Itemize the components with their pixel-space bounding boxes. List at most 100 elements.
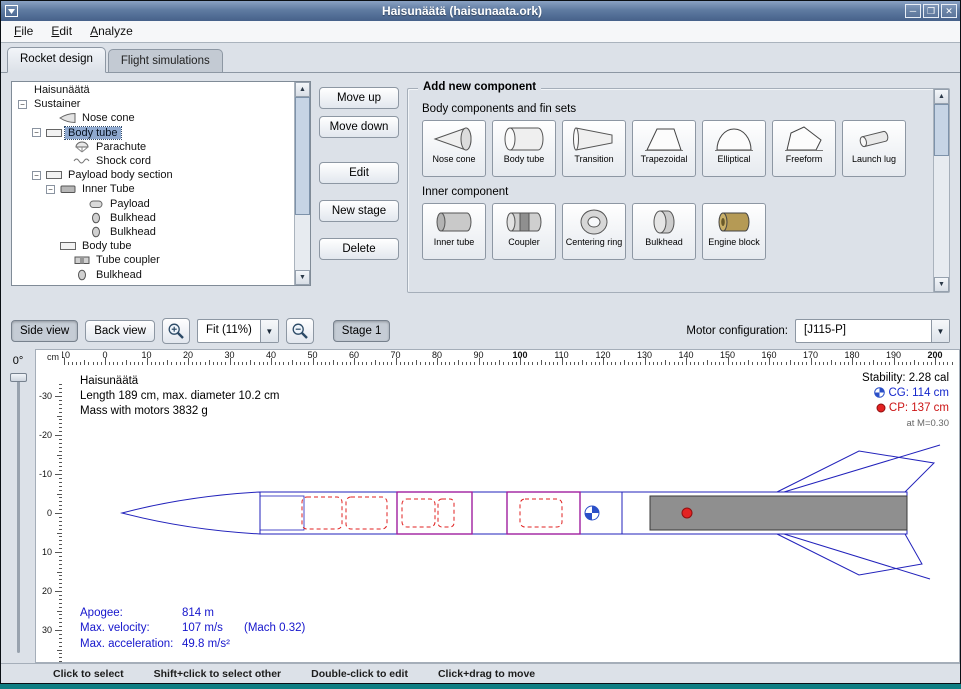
palette-button-launch-lug[interactable]: Launch lug xyxy=(842,120,906,177)
tree-item-label: Inner Tube xyxy=(79,183,138,195)
engine-block-icon xyxy=(712,207,756,237)
palette-button-label: Transition xyxy=(573,155,614,165)
delete-button[interactable]: Delete xyxy=(319,238,399,260)
edit-button[interactable]: Edit xyxy=(319,162,399,184)
palette-button-freeform[interactable]: Freeform xyxy=(772,120,836,177)
window-menu-icon[interactable] xyxy=(4,4,19,18)
palette-button-nose-cone[interactable]: Nose cone xyxy=(422,120,486,177)
palette-scrollbar[interactable]: ▲ ▼ xyxy=(933,89,949,292)
tree-expander-spacer xyxy=(60,142,73,151)
tree-expander-icon[interactable]: − xyxy=(32,128,41,137)
title-bar[interactable]: Haisunäätä (haisunaata.ork) ─ ❐ ✕ xyxy=(1,1,960,21)
zoom-out-button[interactable] xyxy=(286,318,314,344)
tree-item-bulkhead[interactable]: Bulkhead xyxy=(12,211,294,225)
ruler-label: 40 xyxy=(266,350,276,360)
coupler-icon xyxy=(73,254,93,266)
palette-button-bulkhead[interactable]: Bulkhead xyxy=(632,203,696,260)
scroll-down-icon[interactable]: ▼ xyxy=(295,270,310,285)
tree-item-body-tube[interactable]: Body tube xyxy=(12,239,294,253)
tree-expander-icon[interactable]: − xyxy=(18,100,27,109)
palette-button-body-tube[interactable]: Body tube xyxy=(492,120,556,177)
minimize-button[interactable]: ─ xyxy=(905,4,921,18)
tree-item-body-tube[interactable]: −Body tube xyxy=(12,126,294,140)
new-stage-button[interactable]: New stage xyxy=(319,200,399,222)
flight-info-label: Apogee: xyxy=(80,606,182,622)
ruler-label: -30 xyxy=(39,391,52,401)
scroll-down-icon[interactable]: ▼ xyxy=(934,277,949,292)
ruler-label: 80 xyxy=(432,350,442,360)
fin-upper xyxy=(777,451,934,492)
chevron-down-icon[interactable]: ▼ xyxy=(260,320,278,342)
tree-item-bulkhead[interactable]: Bulkhead xyxy=(12,225,294,239)
tree-item-bulkhead[interactable]: Bulkhead xyxy=(12,267,294,281)
flight-info-extra: (Mach 0.32) xyxy=(244,621,305,637)
rotation-slider-track[interactable] xyxy=(17,375,20,653)
tree-item-payload[interactable]: Payload xyxy=(12,197,294,211)
palette-button-label: Engine block xyxy=(707,238,761,248)
tree-item-haisun-t[interactable]: Haisunäätä xyxy=(12,83,294,97)
menu-analyze[interactable]: Analyze xyxy=(81,21,142,42)
scrollbar-thumb[interactable] xyxy=(295,97,310,215)
palette-button-engine-block[interactable]: Engine block xyxy=(702,203,766,260)
tree-item-sustainer[interactable]: −Sustainer xyxy=(12,97,294,111)
zoom-select[interactable]: Fit (11%) ▼ xyxy=(197,319,279,343)
tree-item-nose-cone[interactable]: Nose cone xyxy=(12,111,294,125)
tree-item-parachute[interactable]: Parachute xyxy=(12,140,294,154)
rocket-dimensions: Length 189 cm, max. diameter 10.2 cm xyxy=(80,389,279,404)
tree-item-label: Nose cone xyxy=(79,112,138,124)
scrollbar-track[interactable] xyxy=(295,97,310,270)
menu-edit[interactable]: Edit xyxy=(42,21,81,42)
palette-button-coupler[interactable]: Coupler xyxy=(492,203,556,260)
scrollbar-thumb[interactable] xyxy=(934,104,949,156)
menu-file[interactable]: File xyxy=(5,21,42,42)
palette-button-elliptical[interactable]: Elliptical xyxy=(702,120,766,177)
inner-tube-icon xyxy=(59,183,79,195)
tree-item-payload-body-section[interactable]: −Payload body section xyxy=(12,168,294,182)
scroll-up-icon[interactable]: ▲ xyxy=(295,82,310,97)
rotation-slider-thumb[interactable] xyxy=(10,373,27,382)
window-title: Haisunäätä (haisunaata.ork) xyxy=(19,4,905,18)
tab-rocket-design[interactable]: Rocket design xyxy=(7,47,106,73)
tab-flight-simulations[interactable]: Flight simulations xyxy=(108,49,223,72)
tree-scrollbar[interactable]: ▲ ▼ xyxy=(294,82,310,285)
flight-info-value: 49.8 m/s² xyxy=(182,637,244,653)
ruler-label: 0 xyxy=(47,508,52,518)
rocket-draw-area[interactable]: Haisunäätä Length 189 cm, max. diameter … xyxy=(62,365,959,662)
close-button[interactable]: ✕ xyxy=(941,4,957,18)
motor-configuration-select[interactable]: [J115-P] ▼ xyxy=(795,319,950,343)
ruler-label: -10 xyxy=(62,350,70,360)
centering-ring-icon xyxy=(572,207,616,237)
stage-1-toggle[interactable]: Stage 1 xyxy=(333,320,391,342)
tree-item-inner-tube[interactable]: − Inner Tube xyxy=(12,182,294,196)
palette-button-trapezoidal[interactable]: Trapezoidal xyxy=(632,120,696,177)
ruler-label: 50 xyxy=(307,350,317,360)
maximize-button[interactable]: ❐ xyxy=(923,4,939,18)
back-view-button[interactable]: Back view xyxy=(85,320,155,342)
motor-configuration-label: Motor configuration: xyxy=(686,325,788,337)
palette-button-centering-ring[interactable]: Centering ring xyxy=(562,203,626,260)
tree-item-shock-cord[interactable]: Shock cord xyxy=(12,154,294,168)
tree-item-tube-coupler[interactable]: Tube coupler xyxy=(12,253,294,267)
nose-cone-outline xyxy=(122,492,260,534)
rocket-canvas[interactable]: cm -100102030405060708090100110120130140… xyxy=(35,349,960,663)
scroll-up-icon[interactable]: ▲ xyxy=(934,89,949,104)
palette-button-inner-tube[interactable]: Inner tube xyxy=(422,203,486,260)
zoom-in-button[interactable] xyxy=(162,318,190,344)
ruler-tick xyxy=(55,435,62,436)
tree-expander-icon[interactable]: − xyxy=(32,171,41,180)
ruler-label: 20 xyxy=(42,586,52,596)
tree-expander-icon[interactable]: − xyxy=(46,185,55,194)
ruler-label: -20 xyxy=(39,430,52,440)
palette-button-label: Launch lug xyxy=(851,155,897,165)
chevron-down-icon[interactable]: ▼ xyxy=(931,320,949,342)
rocket-components[interactable] xyxy=(122,445,940,579)
tree-item-label: Tube coupler xyxy=(93,254,163,266)
side-view-button[interactable]: Side view xyxy=(11,320,78,342)
move-up-button[interactable]: Move up xyxy=(319,87,399,109)
palette-button-transition[interactable]: Transition xyxy=(562,120,626,177)
ruler-label: 180 xyxy=(844,350,859,360)
tree-action-buttons: Move up Move down Edit New stage Delete xyxy=(319,81,399,313)
move-down-button[interactable]: Move down xyxy=(319,116,399,138)
scrollbar-track[interactable] xyxy=(934,104,949,277)
ruler-label: 110 xyxy=(554,350,568,360)
